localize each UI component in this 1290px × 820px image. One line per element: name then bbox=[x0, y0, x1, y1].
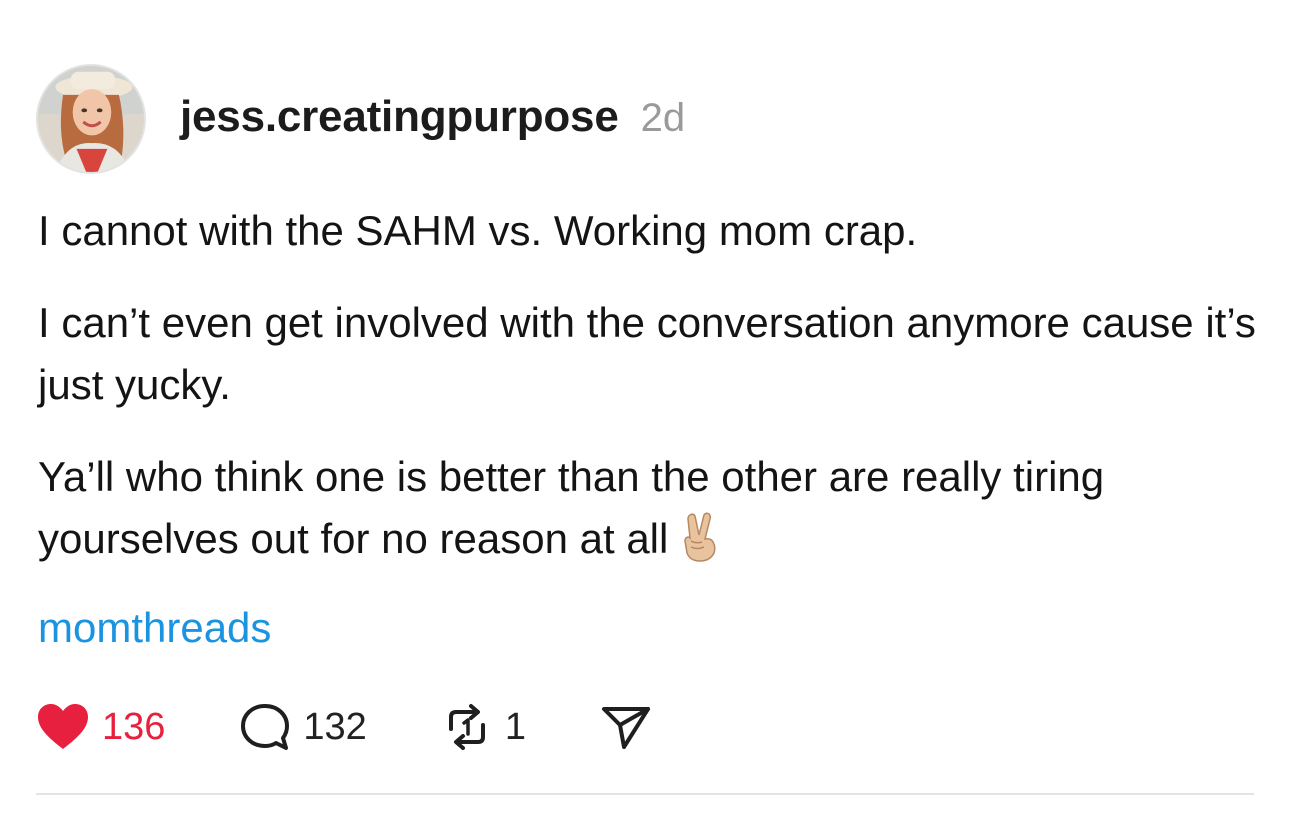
divider bbox=[36, 793, 1254, 795]
repost-button[interactable]: 1 bbox=[441, 703, 526, 751]
action-bar: 136 132 1 bbox=[36, 700, 652, 754]
avatar[interactable] bbox=[36, 64, 146, 174]
comment-bubble-icon bbox=[241, 704, 290, 750]
reply-button[interactable]: 132 bbox=[239, 702, 367, 752]
username[interactable]: jess.creatingpurpose bbox=[180, 92, 619, 142]
post-body: I cannot with the SAHM vs. Working mom c… bbox=[38, 200, 1258, 600]
victory-hand-emoji-icon bbox=[684, 512, 716, 562]
send-icon bbox=[601, 707, 650, 749]
thread-post: jess.creatingpurpose 2d I cannot with th… bbox=[0, 0, 1290, 820]
profile-photo-icon bbox=[38, 66, 144, 172]
post-paragraph: I cannot with the SAHM vs. Working mom c… bbox=[38, 207, 918, 254]
like-count: 136 bbox=[102, 705, 166, 748]
like-button[interactable]: 136 bbox=[36, 703, 165, 751]
post-paragraph: I can’t even get involved with the conve… bbox=[38, 299, 1256, 408]
post-header: jess.creatingpurpose 2d bbox=[180, 92, 685, 148]
reply-count: 132 bbox=[303, 705, 367, 748]
timestamp: 2d bbox=[640, 96, 686, 140]
post-paragraph: Ya’ll who think one is better than the o… bbox=[38, 453, 1105, 562]
topic-tag[interactable]: momthreads bbox=[38, 604, 271, 652]
share-button[interactable] bbox=[600, 703, 652, 751]
repost-count: 1 bbox=[504, 705, 526, 748]
heart-icon bbox=[38, 704, 88, 749]
repost-icon bbox=[448, 704, 485, 750]
